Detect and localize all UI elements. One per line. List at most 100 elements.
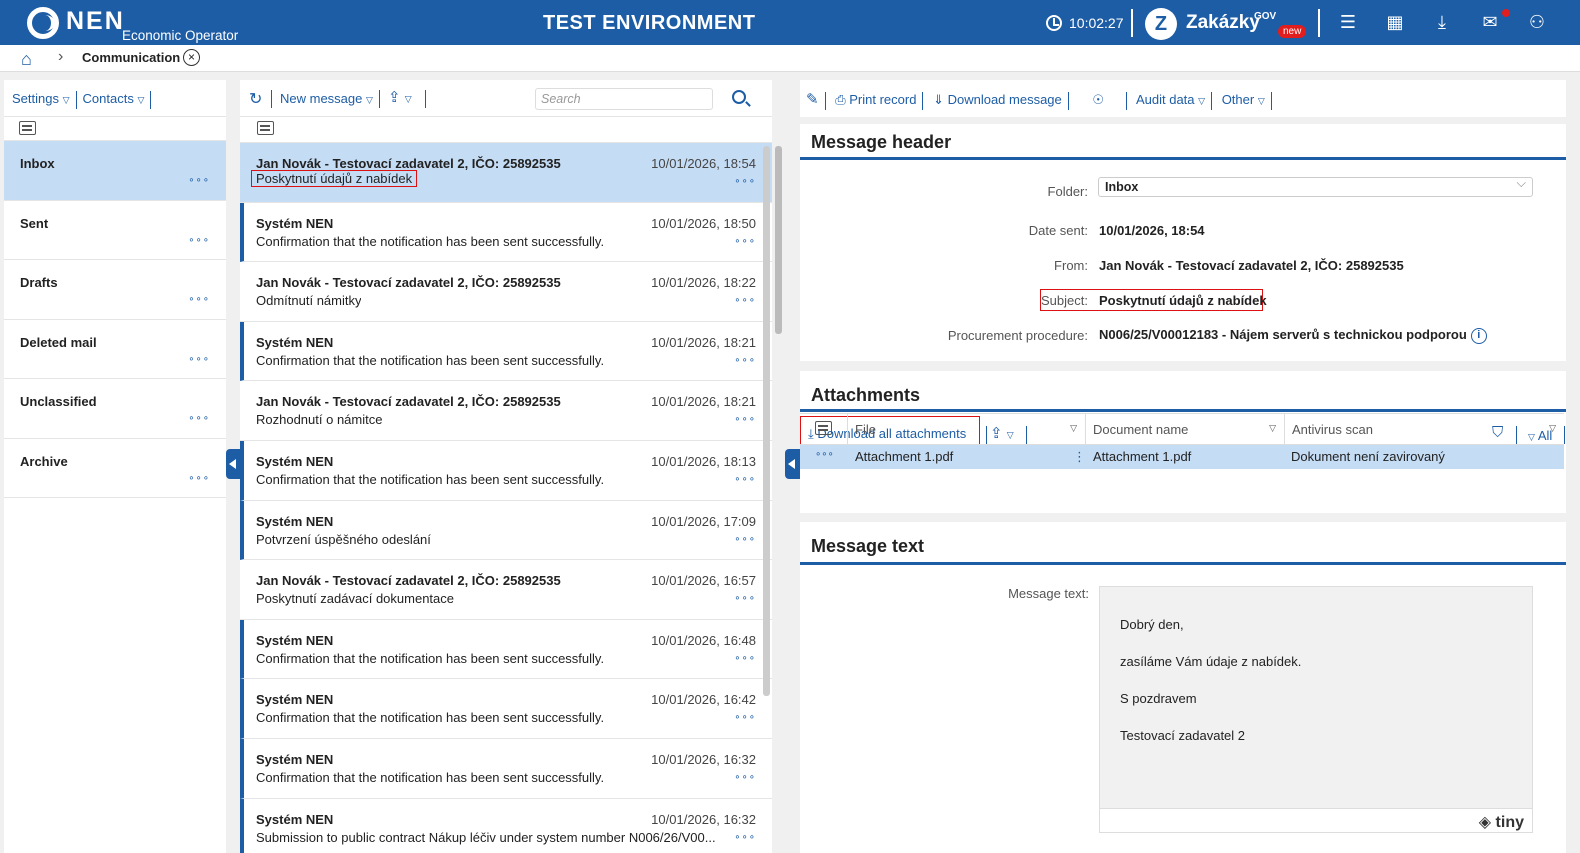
info-icon[interactable]: i: [1470, 327, 1487, 344]
folder-item[interactable]: Inbox ∘∘∘: [4, 141, 226, 201]
more-options-icon[interactable]: ∘∘∘: [734, 832, 756, 843]
calendar-icon[interactable]: ▦: [1385, 12, 1405, 32]
message-text-editor[interactable]: Dobrý den, zasíláme Vám údaje z nabídek.…: [1099, 586, 1533, 833]
chevron-right-icon: ›: [58, 48, 64, 65]
more-options-icon[interactable]: ∘∘∘: [188, 354, 210, 365]
more-options-icon[interactable]: ∘∘∘: [734, 534, 756, 545]
editor-status-bar: ◈ tiny: [1100, 808, 1532, 832]
column-settings-icon[interactable]: [815, 421, 832, 435]
attachment-file-link[interactable]: Attachment 1.pdf: [855, 449, 953, 464]
list-item[interactable]: Jan Novák - Testovací zadavatel 2, IČO: …: [240, 262, 772, 322]
message-list-scrollbar[interactable]: [763, 146, 770, 696]
search-icon[interactable]: [732, 90, 746, 104]
column-file[interactable]: File ▽: [847, 414, 1085, 445]
message-date: 10/01/2026, 18:21: [651, 334, 756, 350]
list-item[interactable]: Systém NEN 10/01/2026, 18:50 Confirmation …: [240, 202, 772, 263]
message-sender: Systém NEN: [256, 453, 334, 469]
message-subject: Rozhodnutí o námitce: [256, 412, 383, 428]
folder-select[interactable]: Inbox: [1098, 176, 1533, 197]
column-settings-icon[interactable]: [19, 121, 36, 135]
more-options-icon[interactable]: ∘∘∘: [188, 175, 210, 186]
more-options-icon[interactable]: ∘∘∘: [734, 236, 756, 247]
procedure-value[interactable]: N006/25/V00012183 - Nájem serverů s tech…: [1099, 327, 1487, 344]
vertical-dots-icon[interactable]: ⋮: [1073, 449, 1086, 465]
more-options-icon[interactable]: ∘∘∘: [734, 474, 756, 485]
more-options-icon[interactable]: ∘∘∘: [734, 712, 756, 723]
folder-item[interactable]: Deleted mail ∘∘∘: [4, 320, 226, 379]
download-message-button[interactable]: ⇓ Download message: [933, 92, 1062, 107]
collapse-folders-button[interactable]: [226, 449, 241, 479]
folder-item[interactable]: Drafts ∘∘∘: [4, 260, 226, 320]
message-header-section: Message header Folder: Inbox Date sent: …: [800, 124, 1566, 361]
list-item[interactable]: Systém NEN 10/01/2026, 16:42 Confirmation …: [240, 679, 772, 739]
message-line: Dobrý den,: [1120, 617, 1184, 632]
more-options-icon[interactable]: ∘∘∘: [734, 414, 756, 425]
list-item[interactable]: Jan Novák - Testovací zadavatel 2, IČO: …: [240, 381, 772, 441]
refresh-icon[interactable]: ↻: [249, 89, 262, 109]
more-options-icon[interactable]: ∘∘∘: [188, 235, 210, 246]
more-options-icon[interactable]: ∘∘∘: [734, 295, 756, 306]
page-scrollbar[interactable]: [775, 146, 782, 334]
list-item[interactable]: Systém NEN 10/01/2026, 18:21 Confirmation …: [240, 321, 772, 382]
column-document-name[interactable]: Document name ▽: [1085, 414, 1284, 445]
message-subject: Poskytnutí zadávací dokumentace: [256, 591, 455, 607]
attachment-scan-status: Dokument není zavirovaný: [1291, 449, 1445, 464]
edit-icon[interactable]: ✎: [806, 91, 819, 108]
zakazky-logo-icon[interactable]: Z: [1145, 8, 1177, 40]
table-row[interactable]: ∘∘∘ Attachment 1.pdf ⋮ Attachment 1.pdf …: [800, 445, 1564, 469]
menu-icon[interactable]: ☰: [1338, 12, 1358, 32]
export-icon[interactable]: ⇪ ▽: [388, 88, 412, 106]
download-icon[interactable]: ⤓: [1432, 12, 1452, 32]
subject-label: Subject:: [1041, 293, 1088, 308]
more-options-icon[interactable]: ∘∘∘: [734, 593, 756, 604]
message-date: 10/01/2026, 16:32: [651, 811, 756, 827]
message-line: zasíláme Vám údaje z nabídek.: [1120, 654, 1302, 669]
message-sender: Systém NEN: [256, 632, 334, 648]
mail-icon[interactable]: ✉: [1480, 12, 1500, 32]
print-record-button[interactable]: ⎙ Print record: [835, 92, 916, 107]
more-options-icon[interactable]: ∘∘∘: [734, 772, 756, 783]
list-item[interactable]: Systém NEN 10/01/2026, 17:09 Potvrzení úsp…: [240, 500, 772, 561]
row-actions-icon[interactable]: ∘∘∘: [815, 449, 834, 460]
contacts-menu[interactable]: Contacts ▽: [83, 91, 145, 106]
message-filter-row: [240, 117, 772, 143]
folder-item[interactable]: Unclassified ∘∘∘: [4, 379, 226, 439]
list-item[interactable]: Systém NEN 10/01/2026, 18:13 Confirmation …: [240, 440, 772, 501]
list-item[interactable]: Systém NEN 10/01/2026, 16:32 Submission to…: [240, 798, 772, 853]
message-sender: Systém NEN: [256, 751, 334, 767]
more-options-icon[interactable]: ∘∘∘: [734, 355, 756, 366]
more-options-icon[interactable]: ∘∘∘: [188, 413, 210, 424]
other-menu[interactable]: Other ▽: [1222, 92, 1265, 107]
list-item[interactable]: Systém NEN 10/01/2026, 16:48 Confirmation …: [240, 619, 772, 680]
settings-menu[interactable]: Settings ▽: [12, 91, 70, 106]
logo-text[interactable]: NEN: [66, 7, 125, 36]
new-message-button[interactable]: New message ▽: [280, 91, 373, 106]
more-options-icon[interactable]: ∘∘∘: [188, 294, 210, 305]
certificate-icon[interactable]: ☉: [1092, 92, 1104, 107]
message-subject: Confirmation that the notification has b…: [256, 471, 605, 487]
close-tab-icon[interactable]: ×: [183, 49, 200, 66]
more-options-icon[interactable]: ∘∘∘: [734, 653, 756, 664]
column-settings-icon[interactable]: [257, 121, 274, 135]
list-item[interactable]: Jan Novák - Testovací zadavatel 2, IČO: …: [240, 560, 772, 620]
message-line: S pozdravem: [1120, 691, 1197, 706]
more-options-icon[interactable]: ∘∘∘: [734, 176, 756, 187]
collapse-list-button[interactable]: [785, 449, 800, 479]
folder-item[interactable]: Archive ∘∘∘: [4, 439, 226, 498]
breadcrumb-current: Communication: [82, 50, 181, 65]
home-icon[interactable]: ⌂: [21, 49, 32, 70]
more-options-icon[interactable]: ∘∘∘: [188, 473, 210, 484]
list-item[interactable]: Systém NEN 10/01/2026, 16:32 Confirmation …: [240, 738, 772, 799]
message-date: 10/01/2026, 17:09: [651, 513, 756, 529]
list-item[interactable]: Jan Novák - Testovací zadavatel 2, IČO: …: [240, 143, 772, 203]
tiny-logo[interactable]: ◈ tiny: [1479, 812, 1524, 832]
message-sender: Jan Novák - Testovací zadavatel 2, IČO: …: [256, 275, 561, 291]
folder-item[interactable]: Sent ∘∘∘: [4, 201, 226, 260]
search-input[interactable]: Search: [535, 88, 713, 110]
audit-data-menu[interactable]: Audit data ▽: [1136, 92, 1205, 107]
message-line: Testovací zadavatel 2: [1120, 728, 1246, 743]
zakazky-link[interactable]: Zakázky: [1186, 12, 1260, 34]
column-antivirus-scan[interactable]: Antivirus scan ▽: [1284, 414, 1564, 445]
user-icon[interactable]: ⚇: [1527, 12, 1547, 32]
nen-logo-icon[interactable]: [27, 7, 59, 39]
